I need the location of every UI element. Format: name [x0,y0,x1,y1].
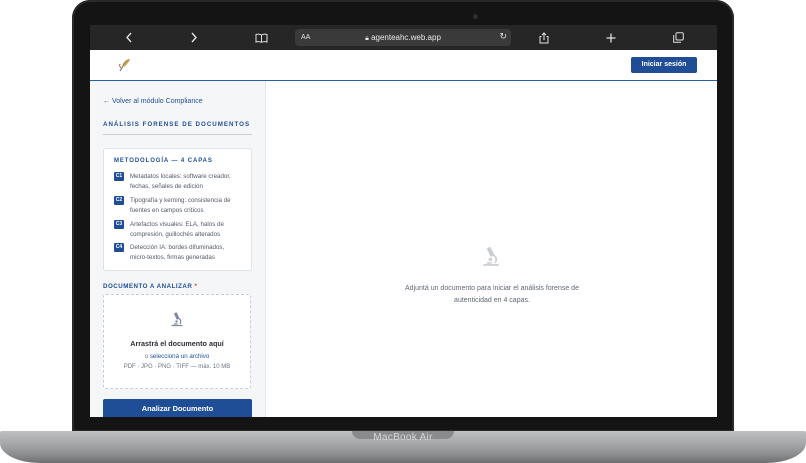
methodology-card: METODOLOGÍA — 4 CAPAS C1 Metadatos local… [103,148,252,271]
dropzone-title: Arrastrá el documento aquí [130,339,224,348]
document-label-text: DOCUMENTO A ANALIZAR [103,283,193,290]
laptop-brand-label: MacBook Air [373,432,433,443]
quill-logo-icon[interactable] [117,57,133,73]
layer-badge: C4 [114,243,124,252]
screen: AA 🔒︎ agenteahc.web.app ↻ Iniciar sesión… [90,25,717,417]
microscope-icon [480,245,502,267]
analyze-document-button[interactable]: Analizar Documento [103,399,252,417]
chevron-left-icon[interactable] [118,25,140,50]
section-title: ANÁLISIS FORENSE DE DOCUMENTOS [103,121,251,128]
layer-description: Detección IA: bordes difuminados, micro-… [130,244,225,261]
select-file-link[interactable]: seleccioná un archivo [150,353,210,360]
document-field-label: DOCUMENTO A ANALIZAR * [103,283,197,290]
url-text: 🔒︎ agenteahc.web.app [295,29,511,47]
dropzone-alt-text: o seleccioná un archivo [104,353,250,360]
layer-badge: C2 [114,196,124,205]
browser-toolbar: AA 🔒︎ agenteahc.web.app ↻ [90,25,717,50]
required-mark: * [194,283,198,290]
reload-icon[interactable]: ↻ [499,29,507,46]
book-icon[interactable] [250,25,272,50]
dropzone-or: o [144,353,149,360]
empty-state-message: Adjuntá un documento para iniciar el aná… [405,285,579,304]
methodology-title: METODOLOGÍA — 4 CAPAS [114,158,213,164]
layer-description: Metadatos locales: software creador, fec… [130,173,231,190]
plus-icon[interactable] [600,25,622,50]
dropzone-formats: PDF · JPG · PNG · TIFF — máx. 10 MB [123,364,231,370]
layer-badge: C1 [114,172,124,181]
login-button[interactable]: Iniciar sesión [631,57,697,73]
address-bar[interactable]: AA 🔒︎ agenteahc.web.app ↻ [295,29,511,46]
section-divider [103,134,252,135]
document-dropzone[interactable]: Arrastrá el documento aquí o seleccioná … [103,294,251,389]
camera-dot [473,14,478,19]
layer-description: Artefactos visuales: ELA, halos de compr… [130,221,224,238]
url-value: agenteahc.web.app [371,33,441,42]
layer-description: Tipografía y kerning: consistencia de fu… [130,197,231,214]
microscope-icon [169,311,185,327]
tabs-icon[interactable] [667,25,689,50]
chevron-right-icon[interactable] [183,25,205,50]
layer-badge: C3 [114,220,124,229]
back-to-compliance-link[interactable]: ← Volver al módulo Compliance [103,98,203,105]
sidebar: ← Volver al módulo Compliance ANÁLISIS F… [90,81,266,417]
share-icon[interactable] [533,25,555,50]
results-panel: Adjuntá un documento para iniciar el aná… [266,81,717,417]
lock-icon: 🔒︎ [365,35,369,42]
site-header: Iniciar sesión [90,50,717,81]
